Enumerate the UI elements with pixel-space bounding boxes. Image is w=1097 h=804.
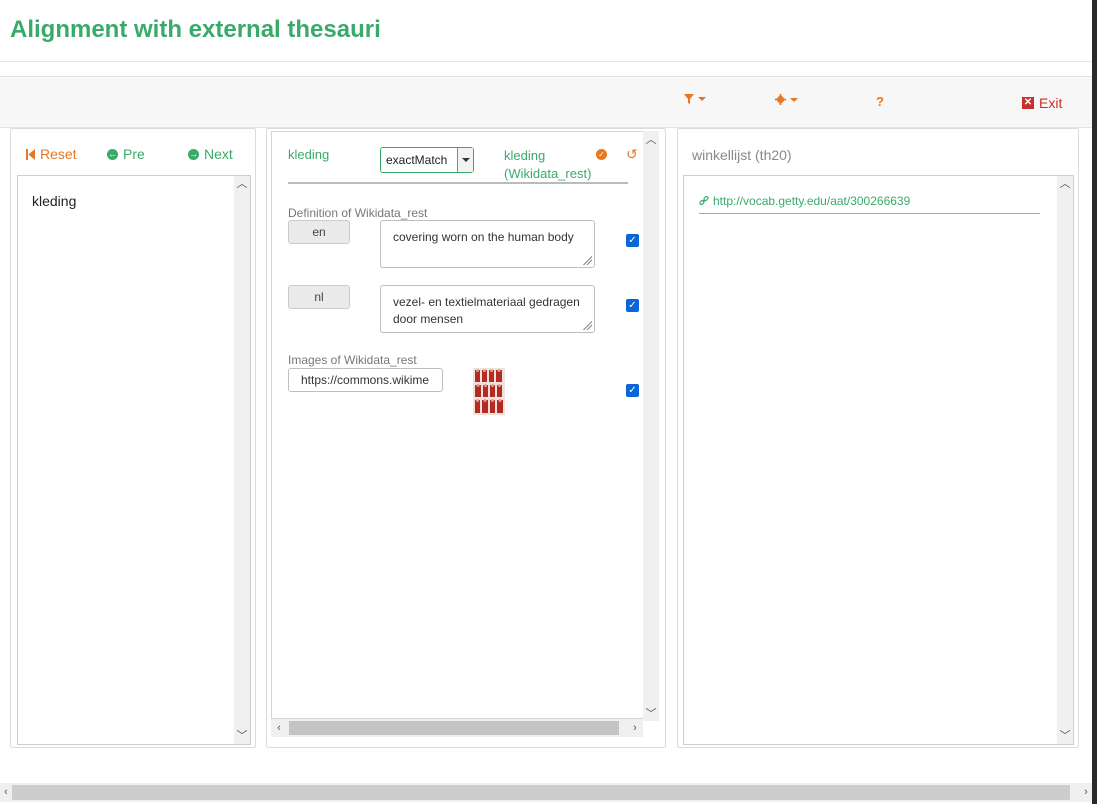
scrollbar-thumb[interactable] (289, 721, 619, 735)
definition-checkbox[interactable]: ✓ (626, 299, 639, 312)
chevron-down-icon (698, 97, 706, 101)
exit-button[interactable]: ✕ Exit (1022, 95, 1062, 111)
title-bar: Alignment with external thesauri (0, 0, 1092, 62)
check-circle-icon[interactable]: ✓ (596, 149, 607, 160)
chevron-left-icon[interactable]: ‹ (271, 719, 287, 737)
page-horizontal-scrollbar[interactable]: ‹ › (0, 783, 1092, 802)
image-thumbnail[interactable] (473, 368, 505, 415)
filter-dropdown[interactable] (684, 94, 706, 104)
settings-dropdown[interactable] (775, 94, 798, 105)
chevron-up-icon[interactable]: ︿ (643, 131, 659, 147)
next-button[interactable]: → Next (188, 146, 233, 162)
close-icon: ✕ (1022, 97, 1034, 109)
chevron-up-icon[interactable]: ︿ (1057, 176, 1073, 192)
chevron-left-icon[interactable]: ‹ (0, 783, 12, 802)
image-checkbox[interactable]: ✓ (626, 384, 639, 397)
image-url-field[interactable]: https://commons.wikime (288, 368, 443, 392)
target-list[interactable]: http://vocab.getty.edu/aat/300266639 ︿ ﹀ (683, 175, 1074, 745)
help-button[interactable]: ? (876, 94, 884, 109)
target-panel: winkellijst (th20) http://vocab.getty.ed… (677, 128, 1079, 748)
vertical-scrollbar[interactable]: ︿ ﹀ (1057, 176, 1073, 744)
vertical-scrollbar[interactable]: ︿ ﹀ (234, 176, 250, 744)
gear-icon (775, 94, 786, 105)
divider (699, 213, 1040, 214)
language-badge: en (288, 220, 350, 244)
chevron-right-icon[interactable]: › (627, 719, 643, 737)
definition-checkbox[interactable]: ✓ (626, 234, 639, 247)
clothing-image (473, 368, 505, 415)
page-title: Alignment with external thesauri (10, 16, 381, 43)
horizontal-scrollbar[interactable]: ‹ › (271, 719, 643, 737)
reset-button[interactable]: Reset (26, 146, 77, 162)
language-badge: nl (288, 285, 350, 309)
chevron-down-icon (790, 97, 798, 102)
list-item[interactable]: kleding (32, 193, 76, 209)
chevron-down-icon[interactable]: ﹀ (234, 728, 250, 744)
filter-icon (684, 94, 694, 104)
arrow-left-icon: ← (107, 148, 118, 160)
chevron-down-icon[interactable]: ﹀ (1057, 728, 1073, 744)
resize-grip-icon[interactable] (582, 255, 592, 265)
undo-icon[interactable]: ↺ (626, 146, 638, 163)
chevron-down-icon[interactable] (457, 148, 473, 172)
term-list[interactable]: kleding ︿ ﹀ (17, 175, 251, 745)
source-term: kleding (288, 147, 330, 162)
definition-field[interactable]: vezel- en textielmateriaal gedragen door… (380, 285, 595, 333)
resize-grip-icon[interactable] (582, 320, 592, 330)
term-list-panel: Reset ← Pre → Next kleding ︿ ﹀ (10, 128, 256, 748)
exit-label: Exit (1039, 95, 1063, 111)
step-backward-icon (26, 148, 35, 160)
chevron-right-icon[interactable]: › (1080, 783, 1092, 802)
window-edge (1092, 0, 1097, 804)
alignment-content: kleding exactMatch kleding (Wikidata_res… (271, 131, 645, 719)
alignment-panel: kleding exactMatch kleding (Wikidata_res… (266, 128, 666, 748)
definition-heading: Definition of Wikidata_rest (288, 206, 428, 220)
divider (288, 182, 628, 184)
vertical-scrollbar[interactable]: ︿ ﹀ (643, 131, 659, 721)
chevron-up-icon[interactable]: ︿ (234, 176, 250, 192)
target-term: kleding (Wikidata_rest) (504, 148, 592, 181)
arrow-right-icon: → (188, 148, 199, 160)
link-icon (699, 196, 709, 206)
chevron-down-icon[interactable]: ﹀ (643, 705, 659, 721)
scrollbar-thumb[interactable] (12, 785, 1070, 800)
match-type-select[interactable]: exactMatch (380, 147, 474, 173)
images-heading: Images of Wikidata_rest (288, 353, 417, 367)
help-icon: ? (876, 94, 884, 109)
definition-field[interactable]: covering worn on the human body (380, 220, 595, 268)
toolbar: ? ✕ Exit (0, 76, 1092, 128)
uri-link[interactable]: http://vocab.getty.edu/aat/300266639 (699, 194, 910, 208)
target-thesaurus-title: winkellijst (th20) (692, 147, 792, 163)
pre-button[interactable]: ← Pre (107, 146, 145, 162)
